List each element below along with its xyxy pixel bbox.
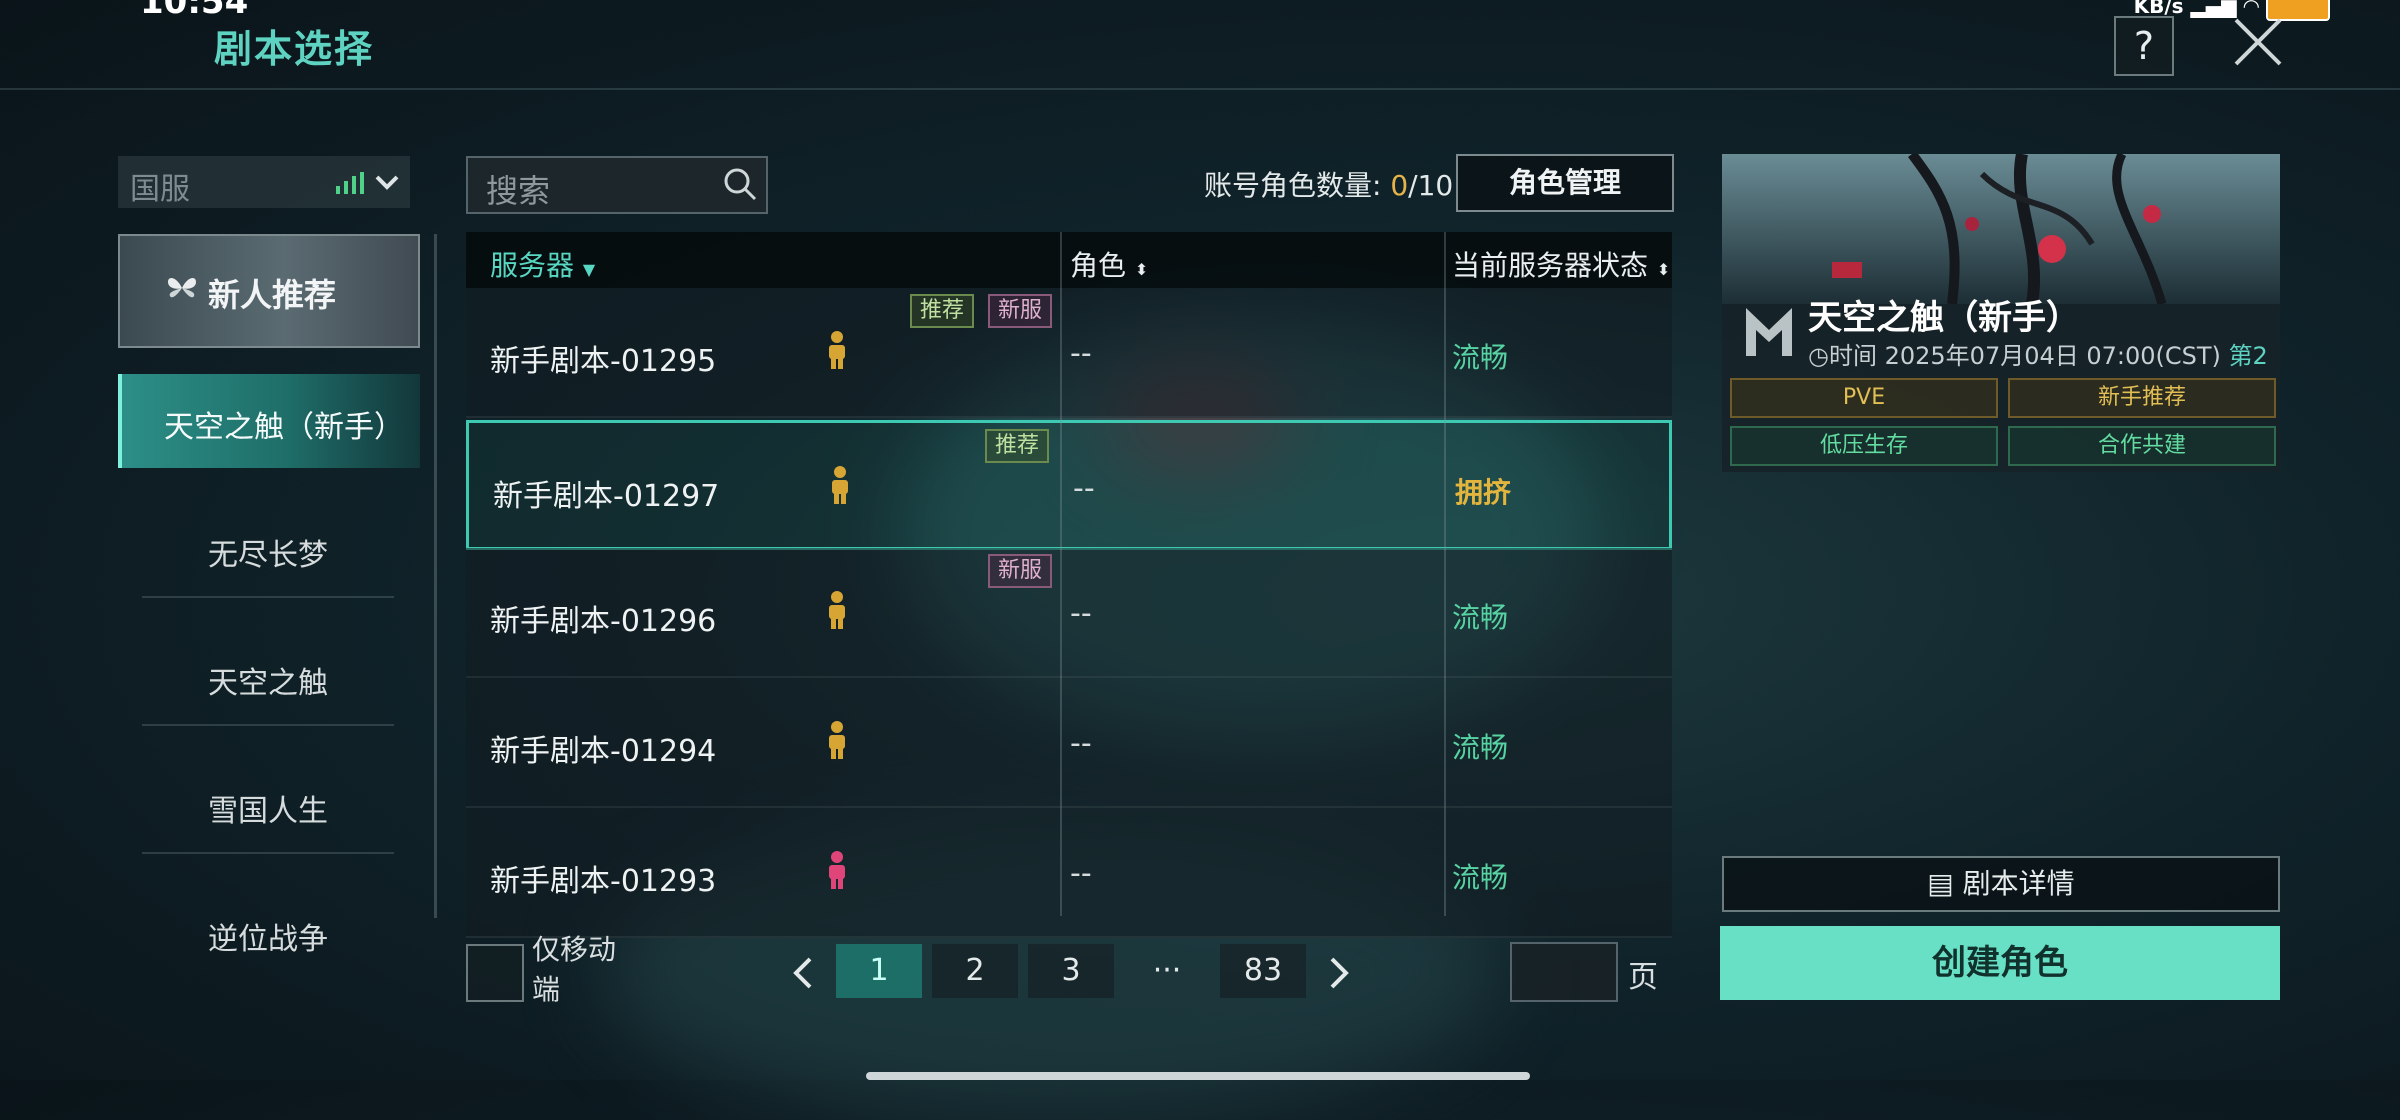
close-icon	[2234, 18, 2282, 66]
mobile-only-checkbox[interactable]	[466, 944, 524, 1002]
sidebar-item-newbie-recommend[interactable]: 新人推荐	[118, 234, 420, 348]
account-role-count: 账号角色数量: 0/10	[1204, 164, 1453, 204]
server-name: 新手剧本-01293	[490, 864, 717, 899]
page-button[interactable]: 3	[1028, 944, 1114, 998]
table-row[interactable]: 新手剧本-01294 -- 流畅	[466, 678, 1672, 808]
table-row[interactable]: 新手剧本-01293 -- 流畅	[466, 808, 1672, 938]
help-button[interactable]: ?	[2114, 16, 2174, 76]
role-cell: --	[1073, 471, 1095, 506]
role-cell: --	[1070, 336, 1092, 371]
role-cell: --	[1070, 856, 1092, 891]
next-page-icon[interactable]	[1328, 956, 1352, 990]
page-title: 剧本选择	[214, 27, 375, 71]
butterfly-icon	[168, 278, 196, 298]
sort-down-icon: ▼	[582, 260, 596, 279]
new-server-badge: 新服	[987, 554, 1052, 588]
scenario-detail-label: 剧本详情	[1962, 867, 2075, 900]
recommend-badge: 推荐	[909, 294, 974, 328]
page-button[interactable]: 83	[1220, 944, 1306, 998]
person-icon	[829, 331, 845, 369]
sidebar-item[interactable]: 天空之触	[142, 634, 394, 726]
sidebar-item-label: 新人推荐	[208, 276, 337, 314]
tag-chip: PVE	[1730, 378, 1998, 418]
page-button[interactable]: 2	[932, 944, 1018, 998]
account-role-current: 0	[1390, 169, 1409, 202]
signal-strength-icon	[336, 172, 364, 194]
chevron-down-icon	[375, 175, 399, 190]
role-management-button[interactable]: 角色管理	[1456, 154, 1674, 212]
scenario-time-extra: 第2	[2228, 342, 2268, 370]
account-role-label: 账号角色数量:	[1204, 169, 1382, 202]
sidebar-item-label: 天空之触（新手）	[164, 410, 404, 445]
column-header-server[interactable]: 服务器 ▼	[490, 244, 595, 284]
server-name: 新手剧本-01295	[490, 344, 717, 379]
sort-icon: ⬍	[1134, 260, 1149, 279]
page-ellipsis: ···	[1152, 953, 1182, 988]
tag-chip: 低压生存	[1730, 426, 1998, 466]
region-select[interactable]: 国服	[118, 156, 410, 208]
person-icon	[829, 591, 845, 629]
person-icon	[832, 466, 848, 504]
column-divider	[1060, 232, 1062, 916]
column-header-label: 当前服务器状态	[1452, 249, 1649, 282]
tag-chip: 合作共建	[2008, 426, 2276, 466]
server-status: 流畅	[1452, 731, 1509, 764]
server-name: 新手剧本-01296	[490, 604, 717, 639]
search-input[interactable]: 搜索	[466, 156, 768, 214]
server-name: 新手剧本-01297	[493, 479, 720, 514]
scenario-artwork	[1722, 154, 2280, 304]
sidebar-item[interactable]: 逆位战争	[142, 890, 394, 980]
column-header-role[interactable]: 角色 ⬍	[1070, 244, 1148, 284]
region-label: 国服	[130, 172, 190, 207]
column-header-label: 角色	[1070, 249, 1127, 282]
scenario-title: 天空之触（新手）	[1808, 298, 2080, 338]
sidebar-item[interactable]: 无尽长梦	[142, 506, 394, 598]
document-search-icon: ▤	[1927, 867, 1954, 900]
page-jump-input[interactable]	[1510, 942, 1618, 1002]
account-role-max: /10	[1408, 169, 1454, 202]
server-name: 新手剧本-01294	[490, 734, 717, 769]
role-cell: --	[1070, 596, 1092, 631]
table-row[interactable]: 新手剧本-01296 新服 -- 流畅	[466, 548, 1672, 678]
scenario-time: ◷时间 2025年07月04日 07:00(CST) 第2	[1808, 336, 2278, 371]
home-indicator[interactable]	[866, 1072, 1530, 1080]
person-icon	[829, 851, 845, 889]
person-icon	[829, 721, 845, 759]
clock-icon: ◷	[1808, 342, 1829, 370]
column-divider	[1444, 232, 1446, 916]
recommend-badge: 推荐	[984, 429, 1049, 463]
new-server-badge: 新服	[987, 294, 1052, 328]
server-status: 流畅	[1452, 861, 1509, 894]
mobile-only-label: 仅移动端	[532, 933, 617, 1006]
table-row[interactable]: 新手剧本-01295 新服 推荐 -- 流畅	[466, 288, 1672, 418]
server-status: 拥挤	[1455, 476, 1512, 509]
sidebar-item-active[interactable]: 天空之触（新手）	[118, 374, 420, 468]
table-row[interactable]: 新手剧本-01297 推荐 -- 拥挤	[466, 420, 1672, 550]
search-placeholder: 搜索	[486, 172, 551, 210]
sidebar-divider	[434, 234, 437, 918]
page-unit-label: 页	[1628, 960, 1658, 995]
column-header-label: 服务器	[490, 249, 575, 282]
prev-page-icon[interactable]	[790, 956, 814, 990]
page-button[interactable]: 1	[836, 944, 922, 998]
role-cell: --	[1070, 726, 1092, 761]
create-character-button[interactable]: 创建角色	[1720, 926, 2280, 1000]
game-logo-icon	[1746, 308, 1792, 356]
scenario-detail-button[interactable]: ▤ 剧本详情	[1722, 856, 2280, 912]
close-button[interactable]	[2230, 14, 2286, 70]
sort-icon: ⬍	[1656, 260, 1671, 279]
table-header: 服务器 ▼ 角色 ⬍ 当前服务器状态 ⬍	[466, 232, 1672, 288]
scenario-card: 天空之触（新手） ◷时间 2025年07月04日 07:00(CST) 第2 P…	[1722, 154, 2280, 472]
column-header-status[interactable]: 当前服务器状态 ⬍	[1452, 244, 1670, 284]
tag-chip: 新手推荐	[2008, 378, 2276, 418]
server-status: 流畅	[1452, 341, 1509, 374]
scenario-time-value: 2025年07月04日 07:00(CST)	[1884, 342, 2221, 370]
sidebar-item[interactable]: 雪国人生	[142, 762, 394, 854]
server-status: 流畅	[1452, 601, 1509, 634]
scenario-time-label: 时间	[1828, 342, 1877, 370]
header-divider	[0, 88, 2400, 90]
search-icon[interactable]	[722, 166, 758, 202]
